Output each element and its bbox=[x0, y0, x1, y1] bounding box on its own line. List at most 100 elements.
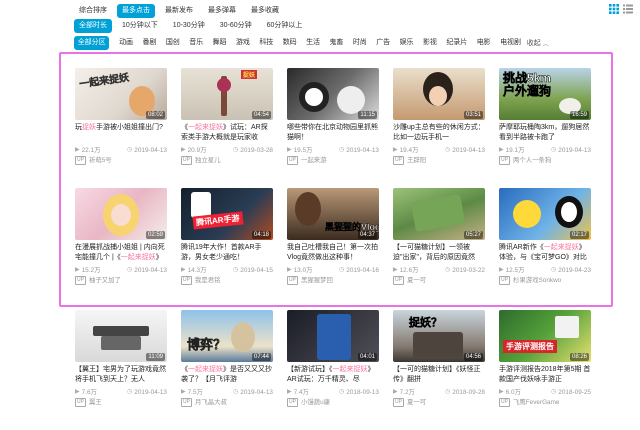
category-tech[interactable]: 科技 bbox=[256, 36, 277, 50]
clock-icon: ◷ bbox=[551, 267, 557, 273]
list-view-icon[interactable] bbox=[623, 4, 633, 14]
uploader[interactable]: UP 祈萌5号 bbox=[75, 156, 167, 165]
video-title[interactable]: 【翼王】宅男为了玩游戏竟然将手机飞到天上？无人 bbox=[75, 365, 167, 385]
video-card[interactable]: 02:59 在漫展抓战捕小姐姐 | 内向死宅能撞几个 |《一起来捉妖》 ▶ 15.… bbox=[75, 188, 167, 285]
video-card[interactable]: 02:17 腾讯AR新作《一起来捉妖》体验，与《宝可梦GO》对比 ▶ 12.5万 … bbox=[499, 188, 591, 285]
sort-tab-most-favorites[interactable]: 最多收藏 bbox=[246, 4, 284, 18]
uploader[interactable]: UP 月飞晶大叔 bbox=[181, 398, 273, 407]
category-tv-series[interactable]: 电视剧 bbox=[496, 36, 524, 50]
video-thumbnail[interactable]: 11:09 bbox=[75, 310, 167, 362]
uploader[interactable]: UP 独立星儿 bbox=[181, 156, 273, 165]
uploader[interactable]: UP 夏一可 bbox=[393, 276, 485, 285]
video-thumbnail[interactable]: 03:51 bbox=[393, 68, 485, 120]
video-card[interactable]: 04:01 【新游试玩】《一起来捉妖》AR试玩：万千精灵、尽 ▶ 7.4万 ◷ 20… bbox=[287, 310, 379, 407]
video-card[interactable]: 博弈？ 07:44 《一起来捉妖》是否又又又抄袭了？【月飞评游 ▶ 7.5万 ◷ 2… bbox=[181, 310, 273, 407]
uploader[interactable]: UP 杉果游戏Sonkwo bbox=[499, 276, 591, 285]
duration-all[interactable]: 全部时长 bbox=[74, 19, 112, 33]
video-thumbnail[interactable]: 手游评测报告 08:26 bbox=[499, 310, 591, 362]
category-game[interactable]: 游戏 bbox=[232, 36, 253, 50]
video-title[interactable]: 我自己吐槽我自己！第一次拍Vlog竟然做出这种事！ bbox=[287, 243, 379, 263]
category-dance[interactable]: 舞蹈 bbox=[209, 36, 230, 50]
category-guochuang[interactable]: 国创 bbox=[162, 36, 183, 50]
uploader[interactable]: UP 翼王 bbox=[75, 398, 167, 407]
video-thumbnail[interactable]: 02:17 bbox=[499, 188, 591, 240]
uploader[interactable]: UP 我是君铭 bbox=[181, 276, 273, 285]
video-card[interactable]: 一起来捉妖 08:02 玩捉妖手游被小姐姐撞出门? ▶ 22.1万 ◷ 2019-0… bbox=[75, 68, 167, 165]
video-card[interactable]: 11:15 哪些带你在北京动物园里抓熊猫啊！ ▶ 19.5万 ◷ 2019-04-1… bbox=[287, 68, 379, 165]
video-card[interactable]: 03:51 沙雕up主总有些的休闲方式：比如一边玩手机一 ▶ 19.4万 ◷ 201… bbox=[393, 68, 485, 165]
uploader[interactable]: UP 一起来游 bbox=[287, 156, 379, 165]
uploader[interactable]: UP 王辟阳 bbox=[393, 156, 485, 165]
video-card[interactable]: 挑战5km户外遛狗 16:59 萨摩耶玩桶陶3km，遛狗居然看到半路被卡跑了 ▶… bbox=[499, 68, 591, 165]
sort-tab-newest[interactable]: 最新发布 bbox=[160, 4, 198, 18]
video-thumbnail[interactable]: 挑战5km户外遛狗 16:59 bbox=[499, 68, 591, 120]
video-thumbnail[interactable]: 捉妖？ 04:56 bbox=[393, 310, 485, 362]
video-card[interactable]: 黑猩猩的Vlog 04:37 我自己吐槽我自己！第一次拍Vlog竟然做出这种事！… bbox=[287, 188, 379, 285]
upload-date-value: 2019-04-15 bbox=[240, 267, 273, 274]
video-thumbnail[interactable]: 腾讯AR手游 04:18 bbox=[181, 188, 273, 240]
video-title[interactable]: 腾讯AR新作《一起来捉妖》体验，与《宝可梦GO》对比 bbox=[499, 243, 591, 263]
video-thumbnail[interactable]: 04:01 bbox=[287, 310, 379, 362]
category-digital[interactable]: 数码 bbox=[279, 36, 300, 50]
uploader[interactable]: UP 飞鹰FeverGame bbox=[499, 398, 591, 407]
category-all[interactable]: 全部分区 bbox=[74, 36, 110, 50]
thumbnail-overlay-text: 手游评测报告 bbox=[503, 340, 557, 353]
video-title[interactable]: 手游评测报告2018年第5期 首款国产伐妖咏手游正 bbox=[499, 365, 591, 385]
uploader[interactable]: UP 柚子又加了 bbox=[75, 276, 167, 285]
category-film-tv[interactable]: 影视 bbox=[419, 36, 440, 50]
video-title[interactable]: 【新游试玩】《一起来捉妖》AR试玩：万千精灵、尽 bbox=[287, 365, 379, 385]
video-title[interactable]: 《一起来捉妖》是否又又又抄袭了？【月飞评游 bbox=[181, 365, 273, 385]
category-music[interactable]: 音乐 bbox=[186, 36, 207, 50]
video-card[interactable]: 腾讯AR手游 04:18 腾讯19年大作！首款AR手游，男女老少通吃！ ▶ 14.… bbox=[181, 188, 273, 285]
view-count: ▶ 7.2万 bbox=[393, 388, 415, 397]
video-card[interactable]: 手游评测报告 08:26 手游评测报告2018年第5期 首款国产伐妖咏手游正 ▶… bbox=[499, 310, 591, 407]
video-thumbnail[interactable]: 一起来捉妖 08:02 bbox=[75, 68, 167, 120]
uploader[interactable]: UP 两个人一条狗 bbox=[499, 156, 591, 165]
video-title[interactable]: 哪些带你在北京动物园里抓熊猫啊！ bbox=[287, 123, 379, 143]
uploader-name: 一起来游 bbox=[300, 157, 327, 164]
category-ads[interactable]: 广告 bbox=[373, 36, 394, 50]
video-thumbnail[interactable]: 博弈？ 07:44 bbox=[181, 310, 273, 362]
category-animation[interactable]: 动画 bbox=[115, 36, 136, 50]
video-title[interactable]: 腾讯19年大作！首款AR手游，男女老少通吃！ bbox=[181, 243, 273, 263]
video-card[interactable]: 捉妖 04:54 《一起来捉妖》试玩：AR探索类手游大概就是玩家收 ▶ 20.9万… bbox=[181, 68, 273, 165]
category-fashion[interactable]: 时尚 bbox=[349, 36, 370, 50]
duration-over-60[interactable]: 60分钟以上 bbox=[262, 19, 308, 33]
video-title[interactable]: 萨摩耶玩桶陶3km，遛狗居然看到半路被卡跑了 bbox=[499, 123, 591, 143]
sort-tab-most-danmaku[interactable]: 最多弹幕 bbox=[203, 4, 241, 18]
video-thumbnail[interactable]: 捉妖 04:54 bbox=[181, 68, 273, 120]
video-title[interactable]: 【一可猫糖计划】一领被迫"出家"，背后的原因竟然 bbox=[393, 243, 485, 263]
video-title[interactable]: 沙雕up主总有些的休闲方式：比如一边玩手机一 bbox=[393, 123, 485, 143]
uploader[interactable]: UP 黑猩猩梦回 bbox=[287, 276, 379, 285]
video-title[interactable]: 【一可的猫糖计划】《妖怪正传》翻拼 bbox=[393, 365, 485, 385]
video-thumbnail[interactable]: 02:59 bbox=[75, 188, 167, 240]
video-thumbnail[interactable]: 11:15 bbox=[287, 68, 379, 120]
play-icon: ▶ bbox=[499, 147, 504, 153]
video-title[interactable]: 玩捉妖手游被小姐姐撞出门? bbox=[75, 123, 167, 143]
video-title[interactable]: 《一起来捉妖》试玩：AR探索类手游大概就是玩家收 bbox=[181, 123, 273, 143]
video-title[interactable]: 在漫展抓战捕小姐姐 | 内向死宅能撞几个 |《一起来捉妖》 bbox=[75, 243, 167, 263]
duration-10-30[interactable]: 10-30分钟 bbox=[168, 19, 210, 33]
video-card[interactable]: 捉妖？ 04:56 【一可的猫糖计划】《妖怪正传》翻拼 ▶ 7.2万 ◷ 2018-… bbox=[393, 310, 485, 407]
category-movie[interactable]: 电影 bbox=[473, 36, 494, 50]
sort-tab-comprehensive[interactable]: 综合排序 bbox=[74, 4, 112, 18]
uploader-name: 我是君铭 bbox=[194, 277, 221, 284]
category-bangumi[interactable]: 番剧 bbox=[139, 36, 160, 50]
video-card[interactable]: 11:09 【翼王】宅男为了玩游戏竟然将手机飞到天上？无人 ▶ 7.6万 ◷ 201… bbox=[75, 310, 167, 407]
grid-view-icon[interactable] bbox=[609, 4, 619, 14]
duration-under-10[interactable]: 10分钟以下 bbox=[117, 19, 163, 33]
clock-icon: ◷ bbox=[127, 147, 133, 153]
video-card[interactable]: 05:27 【一可猫糖计划】一领被迫"出家"，背后的原因竟然 ▶ 12.6万 ◷ 2… bbox=[393, 188, 485, 285]
category-entertainment[interactable]: 娱乐 bbox=[396, 36, 417, 50]
uploader[interactable]: UP 夏一可 bbox=[393, 398, 485, 407]
sort-tab-most-clicks[interactable]: 最多点击 bbox=[117, 4, 155, 18]
upload-date-value: 2019-04-23 bbox=[558, 267, 591, 274]
uploader[interactable]: UP 小馒蔬u康 bbox=[287, 398, 379, 407]
duration-30-60[interactable]: 30-60分钟 bbox=[215, 19, 257, 33]
category-life[interactable]: 生活 bbox=[302, 36, 323, 50]
video-thumbnail[interactable]: 05:27 bbox=[393, 188, 485, 240]
category-documentary[interactable]: 纪录片 bbox=[443, 36, 471, 50]
category-kichiku[interactable]: 鬼畜 bbox=[326, 36, 347, 50]
collapse-toggle[interactable]: 收起 ︿ bbox=[527, 38, 549, 48]
video-thumbnail[interactable]: 黑猩猩的Vlog 04:37 bbox=[287, 188, 379, 240]
